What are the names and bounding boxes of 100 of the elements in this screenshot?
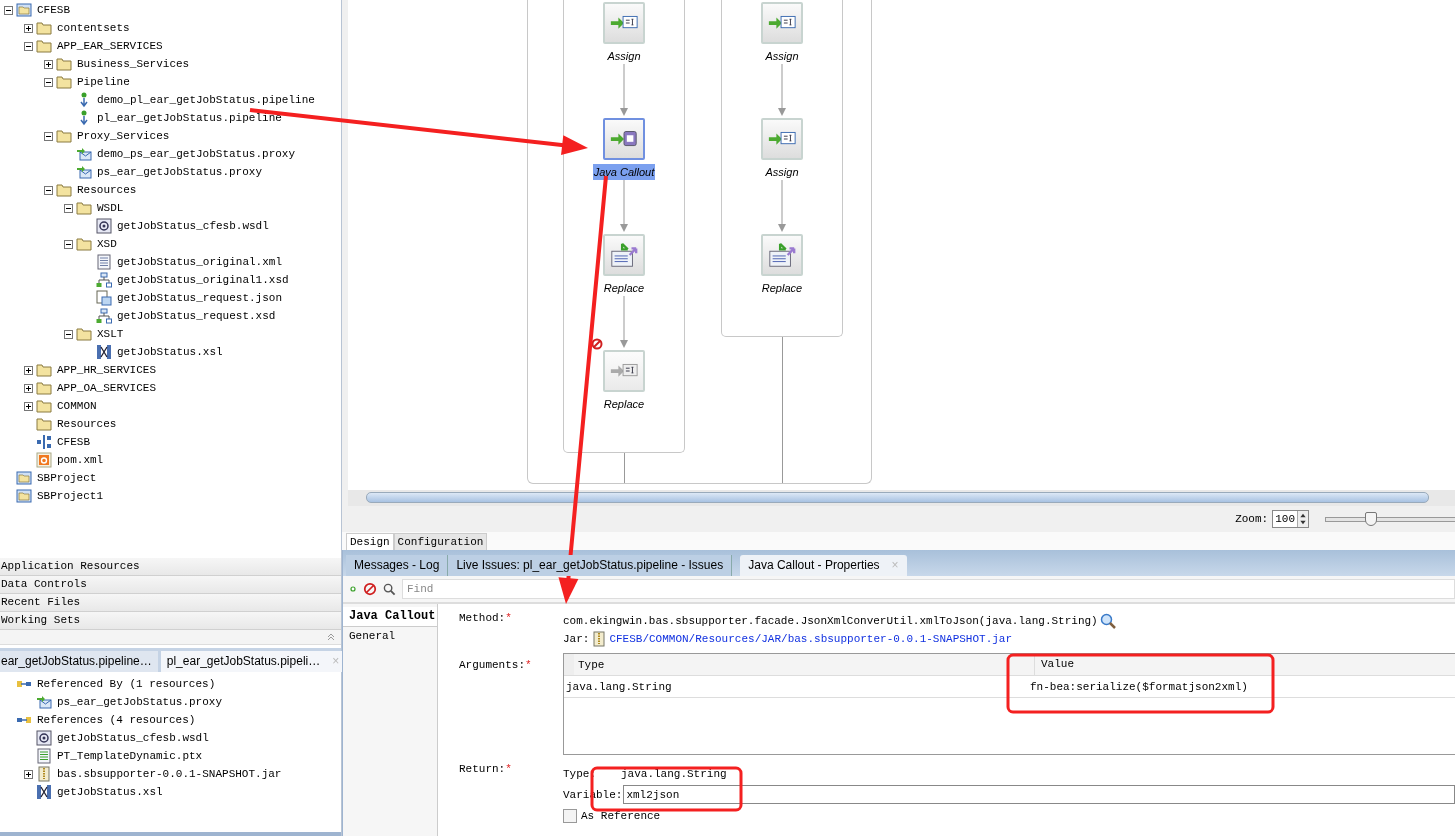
folder-icon xyxy=(76,326,92,342)
jar-label: Jar: xyxy=(563,633,590,645)
checkbox-label[interactable]: As Reference xyxy=(581,809,661,822)
editor-tab[interactable]: ear_getJobStatus.pipeline… xyxy=(0,651,158,672)
panel-header[interactable]: Recent Files xyxy=(0,594,341,612)
folder-icon xyxy=(36,380,52,396)
expand-toggle[interactable] xyxy=(24,365,33,375)
tree-item[interactable]: demo_pl_ear_getJobStatus.pipeline xyxy=(95,94,317,106)
node-label: Assign xyxy=(606,49,642,64)
expand-toggle[interactable] xyxy=(24,401,33,411)
action-node[interactable] xyxy=(761,234,803,276)
tree-item[interactable]: getJobStatus_original1.xsd xyxy=(115,274,291,286)
expand-toggle[interactable] xyxy=(24,769,33,779)
tree-item[interactable]: getJobStatus_cfesb.wsdl xyxy=(55,732,211,744)
project-icon xyxy=(16,488,32,504)
node-label: Replace xyxy=(760,281,804,296)
tree-item[interactable]: demo_ps_ear_getJobStatus.proxy xyxy=(95,148,298,160)
expand-toggle[interactable] xyxy=(44,59,53,69)
jar-link[interactable]: CFESB/COMMON/Resources/JAR/bas.sbsupporter-0.0.1-SNAPSHOT.jar xyxy=(609,633,1013,645)
panel-tab[interactable]: Java Callout - Properties × xyxy=(740,555,907,576)
tree-item[interactable]: CFESB xyxy=(55,436,92,448)
tree-item[interactable]: getJobStatus.xsl xyxy=(115,346,225,358)
search-field[interactable]: Find xyxy=(402,579,1455,599)
collapse-toggle[interactable] xyxy=(64,239,73,249)
collapse-toggle[interactable] xyxy=(24,41,33,51)
column-header[interactable]: Value xyxy=(1034,654,1455,675)
disabled-icon xyxy=(591,338,603,350)
tree-item[interactable]: pom.xml xyxy=(55,454,106,466)
folder-icon xyxy=(76,236,92,252)
panel-header[interactable]: Working Sets xyxy=(0,612,341,630)
checkbox[interactable] xyxy=(563,808,577,823)
folder-icon xyxy=(56,56,72,72)
tree-item[interactable]: Business_Services xyxy=(75,58,192,70)
tree-item[interactable]: SBProject1 xyxy=(35,490,105,502)
tree-item[interactable]: References (4 resources) xyxy=(35,714,198,726)
service-bus-icon xyxy=(36,434,52,450)
tree-item[interactable]: APP_HR_SERVICES xyxy=(55,364,159,376)
action-node[interactable] xyxy=(603,2,645,44)
expand-toggle[interactable] xyxy=(24,23,33,33)
field-label: Return:* xyxy=(459,763,513,775)
collapse-toggle[interactable] xyxy=(44,185,53,195)
tree-item[interactable]: XSLT xyxy=(95,328,126,340)
column-header[interactable]: Type xyxy=(574,658,1034,671)
category-item[interactable]: General xyxy=(343,627,437,646)
tree-item[interactable]: pl_ear_getJobStatus.pipeline xyxy=(95,112,284,124)
tree-item[interactable]: XSD xyxy=(95,238,119,250)
tree-item[interactable]: SBProject xyxy=(35,472,99,484)
flow-arrow xyxy=(777,180,787,234)
category-item[interactable]: Java Callout xyxy=(343,607,437,627)
editor-tab[interactable]: Design xyxy=(346,533,394,550)
action-node[interactable] xyxy=(603,118,645,160)
flow-arrow xyxy=(619,64,629,118)
search-icon[interactable] xyxy=(1099,613,1116,629)
tree-item[interactable]: contentsets xyxy=(55,22,132,34)
action-node[interactable] xyxy=(603,234,645,276)
tree-item[interactable]: APP_EAR_SERVICES xyxy=(55,40,165,52)
node-label: Replace xyxy=(602,281,646,296)
collapse-toggle[interactable] xyxy=(64,203,73,213)
tree-item[interactable]: getJobStatus_cfesb.wsdl xyxy=(115,220,271,232)
collapse-toggle[interactable] xyxy=(44,131,53,141)
tree-item[interactable]: PT_TemplateDynamic.ptx xyxy=(55,750,205,762)
collapse-toggle[interactable] xyxy=(64,329,73,339)
node-label: Replace xyxy=(602,397,646,412)
editor-tab[interactable]: Configuration xyxy=(393,533,488,550)
action-node[interactable] xyxy=(761,118,803,160)
transform-icon xyxy=(96,344,112,360)
tree-item[interactable]: getJobStatus.xsl xyxy=(55,786,165,798)
scrollbar-thumb[interactable] xyxy=(366,492,1429,503)
collapse-toggle[interactable] xyxy=(44,77,53,87)
hierarchy-icon xyxy=(96,308,112,324)
tree-item[interactable]: COMMON xyxy=(55,400,99,412)
tree-item[interactable]: CFESB xyxy=(35,4,72,16)
tree-item[interactable]: Resources xyxy=(75,184,139,196)
panel-tab[interactable]: Live Issues: pl_ear_getJobStatus.pipeline - Issues xyxy=(448,555,733,576)
restore-icon[interactable] xyxy=(327,633,335,641)
panel-header[interactable]: Data Controls xyxy=(0,576,341,594)
tree-item[interactable]: ps_ear_getJobStatus.proxy xyxy=(95,166,265,178)
tree-item[interactable]: bas.sbsupporter-0.0.1-SNAPSHOT.jar xyxy=(55,768,284,780)
stop-icon[interactable] xyxy=(363,582,377,596)
tree-item[interactable]: Proxy_Services xyxy=(75,130,172,142)
tree-item[interactable]: getJobStatus_request.json xyxy=(115,292,285,304)
folder-icon xyxy=(56,182,72,198)
tree-item[interactable]: getJobStatus_original.xml xyxy=(115,256,285,268)
status-dot-icon[interactable] xyxy=(349,585,357,593)
tree-item[interactable]: ps_ear_getJobStatus.proxy xyxy=(55,696,225,708)
tree-item[interactable]: APP_OA_SERVICES xyxy=(55,382,159,394)
variable-field[interactable]: xml2json xyxy=(623,785,1455,804)
replace-icon xyxy=(767,240,797,270)
tree-item[interactable]: getJobStatus_request.xsd xyxy=(115,310,278,322)
tree-item[interactable]: Resources xyxy=(55,418,119,430)
tree-item[interactable]: Referenced By (1 resources) xyxy=(35,678,218,690)
action-node[interactable] xyxy=(761,2,803,44)
expand-toggle[interactable] xyxy=(24,383,33,393)
panel-tab[interactable]: Messages - Log xyxy=(346,555,449,576)
tree-item[interactable]: Pipeline xyxy=(75,76,132,88)
panel-header[interactable]: Application Resources xyxy=(0,558,341,576)
hierarchy-icon xyxy=(96,272,112,288)
tree-item[interactable]: WSDL xyxy=(95,202,126,214)
collapse-toggle[interactable] xyxy=(4,5,13,15)
zoom-spinner[interactable]: 100 xyxy=(1272,510,1309,528)
